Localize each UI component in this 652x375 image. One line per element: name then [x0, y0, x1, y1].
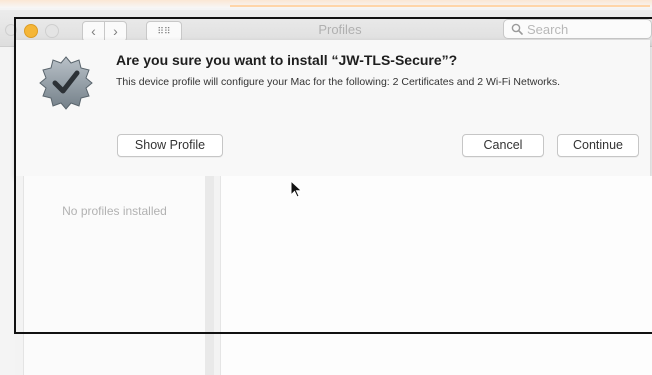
chevron-right-icon: ›: [113, 23, 118, 39]
empty-profiles-label: No profiles installed: [62, 204, 167, 218]
dialog-heading: Are you sure you want to install “JW-TLS…: [116, 52, 458, 68]
show-profile-button[interactable]: Show Profile: [117, 134, 223, 157]
window-title: Profiles: [318, 22, 362, 37]
dialog-message: This device profile will configure your …: [116, 76, 561, 88]
show-all-button[interactable]: ⠿⠿: [146, 21, 182, 42]
cancel-button[interactable]: Cancel: [462, 134, 544, 157]
close-window-button[interactable]: [5, 24, 17, 36]
top-accent-line: [0, 0, 652, 8]
search-field[interactable]: Search: [503, 19, 652, 39]
grid-icon: ⠿⠿: [157, 26, 171, 36]
profiles-sidebar[interactable]: No profiles installed: [23, 176, 214, 375]
mouse-pointer-icon: [290, 180, 303, 198]
chevron-left-icon: ‹: [91, 23, 96, 39]
profiles-content-area: No profiles installed: [15, 176, 652, 375]
forward-button[interactable]: ›: [104, 21, 127, 42]
minimize-window-button[interactable]: [24, 24, 38, 38]
search-placeholder: Search: [527, 22, 569, 37]
continue-button[interactable]: Continue: [557, 134, 639, 157]
profile-badge-checkmark-icon: [39, 56, 93, 110]
search-icon: [511, 23, 523, 35]
zoom-window-button[interactable]: [45, 24, 59, 38]
profile-detail-panel: [220, 176, 652, 375]
install-profile-dialog: Are you sure you want to install “JW-TLS…: [16, 40, 650, 176]
back-button[interactable]: ‹: [82, 21, 105, 42]
